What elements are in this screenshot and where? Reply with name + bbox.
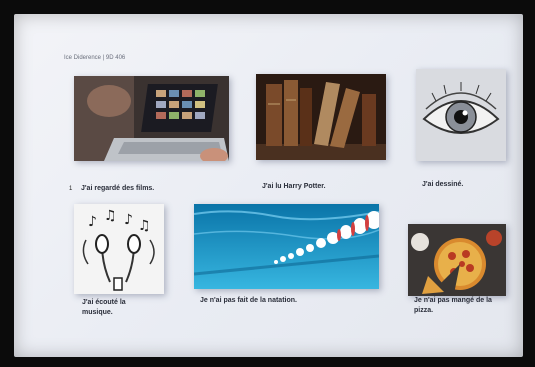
pizza-caption-text: Je n'ai pas mangé de la pizza. bbox=[414, 297, 492, 314]
swimming-image bbox=[194, 204, 379, 289]
films-caption: J'ai regardé des films. bbox=[81, 185, 155, 192]
svg-text:♫: ♫ bbox=[138, 218, 151, 234]
svg-text:♪: ♪ bbox=[124, 212, 133, 228]
swimming-caption: Je n'ai pas fait de la natation. bbox=[200, 297, 297, 304]
drawing-image bbox=[416, 69, 506, 161]
music-caption-text: J'ai écouté la musique. bbox=[82, 299, 126, 316]
music-image: ♪ ♫ ♪ ♫ bbox=[74, 204, 164, 294]
slide-header: Ice Diderence | 9D 406 bbox=[64, 55, 126, 61]
harry-potter-caption: J'ai lu Harry Potter. bbox=[262, 183, 326, 190]
svg-text:♪: ♪ bbox=[88, 214, 97, 230]
headphones-icon: ♪ ♫ ♪ ♫ bbox=[74, 204, 164, 294]
svg-text:♫: ♫ bbox=[104, 208, 117, 224]
books-icon bbox=[256, 74, 386, 160]
list-bullet: 1 bbox=[69, 186, 73, 192]
films-image bbox=[74, 76, 229, 161]
pool-icon bbox=[194, 204, 379, 289]
pizza-image bbox=[408, 224, 506, 296]
eye-icon bbox=[416, 69, 506, 161]
pizza-icon bbox=[408, 224, 506, 296]
pizza-caption: Je n'ai pas mangé de la pizza. bbox=[414, 296, 506, 316]
laptop-icon bbox=[74, 76, 229, 161]
slide-screen: Ice Diderence | 9D 406 1 J'ai regardé de… bbox=[14, 14, 523, 357]
drawing-caption: J'ai dessiné. bbox=[422, 181, 464, 188]
music-caption: J'ai écouté la musique. bbox=[82, 298, 152, 318]
harry-potter-image bbox=[256, 74, 386, 160]
